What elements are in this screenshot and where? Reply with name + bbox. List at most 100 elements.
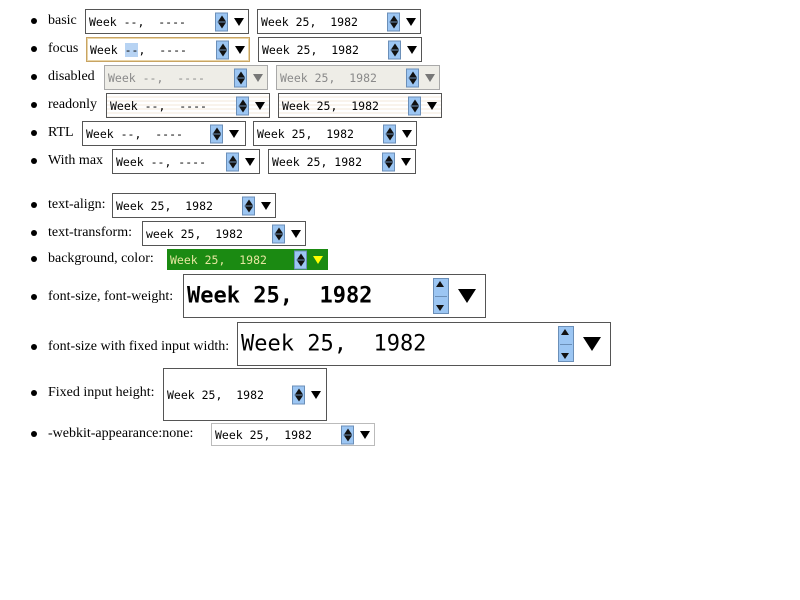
input-value: Week 25, 1982 (215, 427, 312, 442)
spin-button[interactable] (383, 124, 396, 143)
spin-button[interactable] (433, 278, 449, 314)
week-input-colored[interactable]: Week 25, 1982 (167, 249, 328, 270)
row-label-text-transform: text-transform: (48, 225, 132, 240)
spin-button[interactable] (408, 96, 421, 115)
row-label-text-align: text-align: (48, 197, 106, 212)
dropdown-arrow-icon[interactable] (311, 390, 321, 399)
spin-button (406, 68, 419, 87)
bullet (31, 294, 37, 300)
bullet (31, 344, 37, 350)
row-label-font-size-weight: font-size, font-weight: (48, 289, 174, 304)
spin-button[interactable] (388, 40, 401, 59)
spin-button[interactable] (215, 12, 228, 31)
bullet (31, 158, 37, 164)
input-value: Week 25, 1982 (170, 252, 267, 267)
week-input-focus-filled[interactable]: Week 25, 1982 (258, 37, 422, 62)
dropdown-arrow-icon[interactable] (406, 17, 416, 26)
input-value: Week 25, 1982 (261, 14, 358, 29)
bullet (31, 256, 37, 262)
dropdown-arrow-icon[interactable] (261, 201, 271, 210)
spin-button[interactable] (210, 124, 223, 143)
input-value: Week 25, 1982 (280, 70, 377, 85)
bullet (31, 390, 37, 396)
input-value: Week --, ---- (110, 98, 207, 113)
week-input-fixed-width[interactable]: Week 25, 1982 (237, 322, 611, 366)
dropdown-arrow-icon[interactable] (407, 45, 417, 54)
dropdown-arrow-icon[interactable] (235, 45, 245, 54)
input-value: Week 25, 1982 (167, 387, 264, 402)
dropdown-arrow-icon[interactable] (255, 101, 265, 110)
dropdown-arrow-icon[interactable] (313, 255, 323, 264)
spin-button[interactable] (272, 224, 285, 243)
bullet (31, 74, 37, 80)
dropdown-arrow-icon[interactable] (458, 289, 476, 303)
week-input-appearance-none[interactable]: Week 25, 1982 (211, 423, 375, 446)
spin-button[interactable] (382, 152, 395, 171)
dropdown-arrow-icon[interactable] (402, 129, 412, 138)
week-input-disabled-empty: Week --, ---- (104, 65, 268, 90)
input-value: Week 25, 1982 (116, 198, 213, 213)
row-label-fixed-width: font-size with fixed input width: (48, 339, 230, 354)
week-input-fixed-height[interactable]: Week 25, 1982 (163, 368, 327, 421)
selected-segment[interactable]: -- (124, 42, 139, 57)
row-label-background-color: background, color: (48, 251, 154, 266)
input-value: Week --, ---- (86, 126, 183, 141)
spin-button[interactable] (216, 40, 229, 59)
week-input-large-bold[interactable]: Week 25, 1982 (183, 274, 486, 318)
bullet (31, 202, 37, 208)
input-value: week 25, 1982 (146, 226, 243, 241)
bullet (31, 46, 37, 52)
bullet (31, 431, 37, 437)
spin-button[interactable] (292, 385, 305, 404)
week-input-disabled-filled: Week 25, 1982 (276, 65, 440, 90)
row-label-disabled: disabled (48, 69, 95, 84)
spin-button[interactable] (558, 326, 574, 362)
input-value: Week --, ---- (89, 14, 186, 29)
row-label-readonly: readonly (48, 97, 97, 112)
spin-button[interactable] (294, 250, 307, 269)
input-value: Week 25, 1982 (241, 331, 427, 357)
bullet (31, 230, 37, 236)
dropdown-arrow-icon[interactable] (583, 337, 601, 351)
week-input-basic-filled[interactable]: Week 25, 1982 (257, 9, 421, 34)
row-label-fixed-height: Fixed input height: (48, 385, 155, 400)
input-value: Week 25, 1982 (257, 126, 354, 141)
spin-button[interactable] (226, 152, 239, 171)
dropdown-arrow-icon[interactable] (360, 430, 370, 439)
dropdown-arrow-icon[interactable] (229, 129, 239, 138)
week-input-readonly-filled[interactable]: Week 25, 1982 (278, 93, 442, 118)
dropdown-arrow-icon (253, 73, 263, 82)
week-input-text-align[interactable]: Week 25, 1982 (112, 193, 276, 218)
row-label-appearance-none: -webkit-appearance:none: (48, 426, 194, 441)
week-input-text-transform[interactable]: week 25, 1982 (142, 221, 306, 246)
spin-button[interactable] (236, 96, 249, 115)
week-input-readonly-empty[interactable]: Week --, ---- (106, 93, 270, 118)
row-label-rtl: RTL (48, 125, 74, 140)
week-input-focus-empty[interactable]: Week --, ---- (86, 37, 250, 62)
week-input-basic-empty[interactable]: Week --, ---- (85, 9, 249, 34)
dropdown-arrow-icon[interactable] (234, 17, 244, 26)
input-value: Week 25, 1982 (262, 42, 359, 57)
spin-button[interactable] (387, 12, 400, 31)
row-label-with-max: With max (48, 153, 104, 168)
dropdown-arrow-icon (425, 73, 435, 82)
dropdown-arrow-icon[interactable] (427, 101, 437, 110)
row-label-basic: basic (48, 13, 77, 28)
week-input-rtl-filled[interactable]: Week 25, 1982 (253, 121, 417, 146)
week-input-rtl-empty[interactable]: Week --, ---- (82, 121, 246, 146)
input-value: Week 25, 1982 (187, 283, 373, 309)
input-value: Week --, ---- (90, 42, 187, 57)
dropdown-arrow-icon[interactable] (401, 157, 411, 166)
input-value: Week --, ---- (108, 70, 205, 85)
week-input-max-empty[interactable]: Week --, ---- (112, 149, 260, 174)
bullet (31, 102, 37, 108)
week-input-max-filled[interactable]: Week 25, 1982 (268, 149, 416, 174)
spin-button[interactable] (341, 425, 354, 444)
input-value: Week --, ---- (116, 154, 207, 169)
bullet (31, 18, 37, 24)
spin-button (234, 68, 247, 87)
dropdown-arrow-icon[interactable] (291, 229, 301, 238)
dropdown-arrow-icon[interactable] (245, 157, 255, 166)
input-value: Week 25, 1982 (282, 98, 379, 113)
spin-button[interactable] (242, 196, 255, 215)
